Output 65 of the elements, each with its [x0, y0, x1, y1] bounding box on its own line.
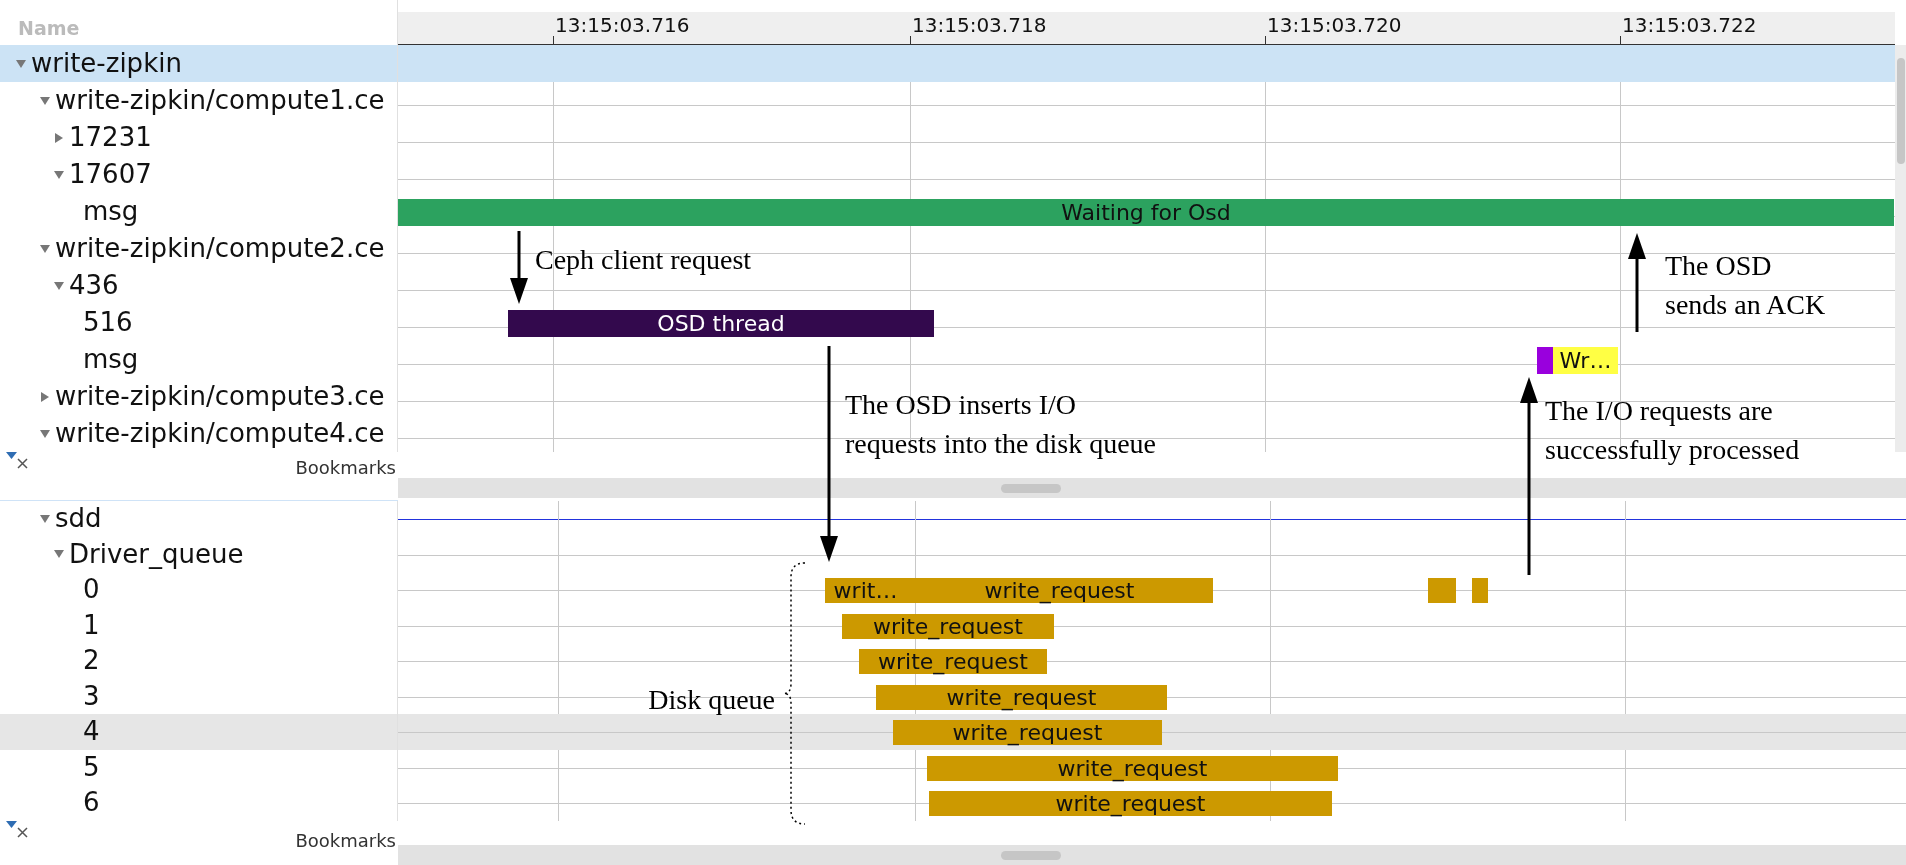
caret-icon[interactable]	[40, 95, 50, 106]
tree-item[interactable]: write-zipkin/compute3.ce	[0, 378, 397, 415]
scrollbar-thumb[interactable]	[1001, 850, 1061, 860]
annotation-text: Ceph client request	[535, 243, 752, 277]
tree-item[interactable]: 2	[0, 643, 397, 679]
state-bar[interactable]: write_request	[842, 613, 1054, 639]
close-icon[interactable]	[17, 458, 28, 469]
state-bar[interactable]: Waiting for Osd	[398, 199, 1894, 226]
horizontal-scrollbar[interactable]	[398, 478, 1906, 498]
state-bar[interactable]: OSD thread	[508, 310, 934, 337]
annotation-text: Disk queue	[648, 683, 775, 717]
tree-item[interactable]: sdd	[0, 501, 397, 537]
bookmarks-label: Bookmarks	[295, 828, 396, 853]
menu-caret-icon[interactable]	[6, 820, 17, 829]
state-marker[interactable]	[1537, 347, 1553, 374]
tree-item[interactable]: msg	[0, 341, 397, 378]
state-bar[interactable]: writ…	[825, 578, 906, 603]
state-bar[interactable]: write_request	[929, 791, 1332, 816]
tree-item[interactable]: 4	[0, 714, 397, 750]
tree-item[interactable]: 516	[0, 304, 397, 341]
tree-item[interactable]: 5	[0, 749, 397, 785]
caret-icon[interactable]	[40, 243, 50, 254]
tree-item[interactable]: write-zipkin/compute2.ce	[0, 230, 397, 267]
caret-icon[interactable]	[40, 513, 50, 524]
state-bar[interactable]: write_request	[906, 578, 1213, 603]
tree-item[interactable]: write-zipkin/compute4.ce	[0, 415, 397, 452]
annotation-text: The I/O requests are successfully processed	[1545, 394, 1800, 467]
time-tick-label: 13:15:03.718	[912, 12, 1047, 39]
state-bar[interactable]: write_request	[876, 684, 1167, 710]
state-bar[interactable]: Wr…	[1553, 347, 1618, 374]
horizontal-scrollbar[interactable]	[398, 844, 1906, 865]
tree-item[interactable]: 17607	[0, 156, 397, 193]
caret-icon[interactable]	[54, 549, 64, 560]
tree-item[interactable]: Driver_queue	[0, 536, 397, 572]
time-tick-label: 13:15:03.716	[555, 12, 690, 39]
scrollbar-thumb[interactable]	[1001, 484, 1061, 493]
tree-item[interactable]: 3	[0, 678, 397, 714]
state-bar[interactable]: write_request	[927, 755, 1338, 781]
vertical-scrollbar[interactable]	[1895, 45, 1906, 452]
caret-icon[interactable]	[54, 132, 64, 143]
tree-item[interactable]: msg	[0, 193, 397, 230]
caret-icon[interactable]	[40, 428, 50, 439]
tree-item[interactable]: 0	[0, 572, 397, 608]
time-tick-label: 13:15:03.722	[1622, 12, 1757, 39]
caret-icon[interactable]	[54, 280, 64, 291]
tree-item[interactable]: 436	[0, 267, 397, 304]
tree-item[interactable]: 1	[0, 607, 397, 643]
state-marker[interactable]	[1472, 578, 1488, 603]
annotation-text: The OSD inserts I/O requests into the disk queue	[845, 388, 1157, 461]
tree-item[interactable]: 6	[0, 785, 397, 821]
caret-icon[interactable]	[40, 391, 50, 402]
tree-item[interactable]: write-zipkin	[0, 45, 397, 82]
tree-item[interactable]: write-zipkin/compute1.ce	[0, 82, 397, 119]
bookmarks-label: Bookmarks	[295, 456, 396, 480]
state-bar[interactable]: write_request	[893, 720, 1162, 745]
state-bar[interactable]: write_request	[859, 649, 1047, 674]
annotation-text: The OSD sends an ACK	[1665, 249, 1826, 322]
scrollbar-thumb[interactable]	[1897, 58, 1905, 164]
tree-item[interactable]: 17231	[0, 119, 397, 156]
menu-caret-icon[interactable]	[6, 452, 17, 460]
time-tick-label: 13:15:03.720	[1267, 12, 1402, 39]
close-icon[interactable]	[17, 826, 28, 838]
state-marker[interactable]	[1428, 578, 1456, 603]
caret-icon[interactable]	[16, 58, 26, 69]
caret-icon[interactable]	[54, 169, 64, 180]
